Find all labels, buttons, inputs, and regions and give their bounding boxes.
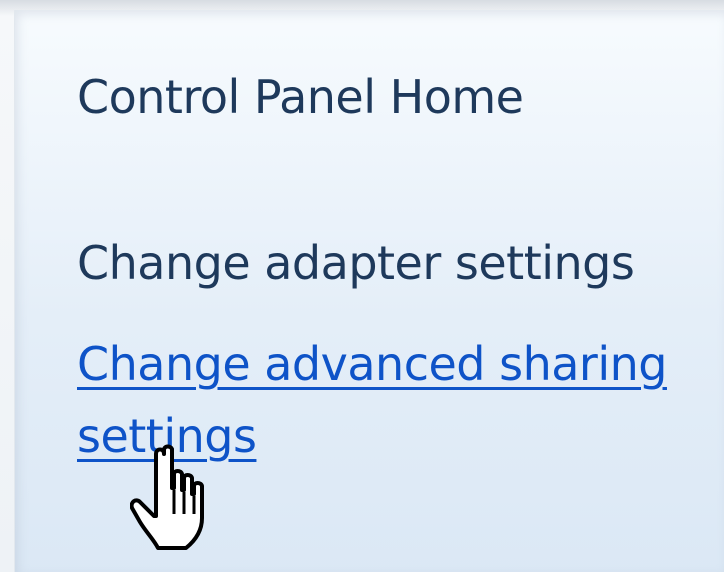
task-pane: Control Panel Home Change adapter settin…: [14, 10, 724, 572]
window-frame: Control Panel Home Change adapter settin…: [0, 0, 724, 572]
change-adapter-settings-link[interactable]: Change adapter settings: [77, 240, 635, 286]
hand-pointer-icon: [130, 444, 204, 550]
control-panel-home-link[interactable]: Control Panel Home: [77, 74, 524, 120]
